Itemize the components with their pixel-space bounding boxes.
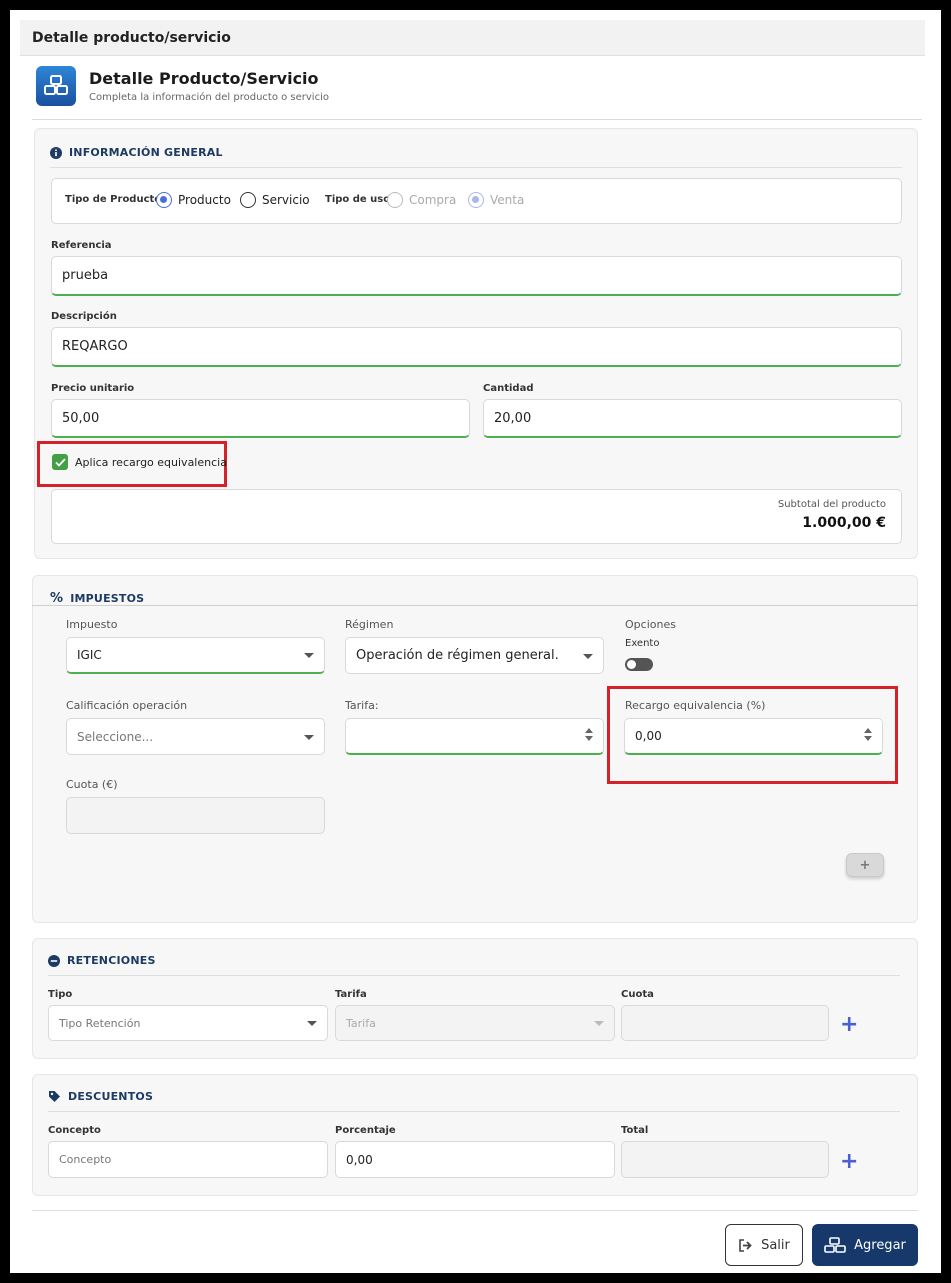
stepper-icon[interactable]: [585, 728, 593, 741]
chevron-down-icon: [307, 1021, 317, 1026]
radio-compra[interactable]: Compra: [387, 192, 456, 208]
info-icon: [50, 146, 62, 159]
highlight-box: [607, 686, 898, 784]
add-retencion-button[interactable]: +: [840, 1014, 858, 1036]
cuota-input: [66, 797, 325, 834]
ret-tarifa-select: Tarifa: [335, 1005, 615, 1041]
tarifa-input[interactable]: [345, 718, 604, 755]
dialog: Detalle producto/servicio Detalle Produc…: [9, 9, 942, 1274]
descuentos-section-title: DESCUENTOS: [48, 1090, 153, 1103]
calificacion-label: Calificación operación: [66, 699, 188, 712]
boxes-icon: [824, 1236, 846, 1253]
retenciones-section-title: RETENCIONES: [48, 954, 156, 967]
descripcion-label: Descripción: [51, 311, 117, 322]
tipo-uso-label: Tipo de uso: [325, 194, 391, 205]
boxes-icon: [36, 66, 76, 106]
desc-porcentaje-input[interactable]: 0,00: [335, 1141, 615, 1178]
radio-venta[interactable]: Venta: [468, 192, 524, 208]
impuesto-select[interactable]: IGIC: [66, 637, 325, 674]
screenshot-frame: Detalle producto/servicio Detalle Produc…: [6, 6, 945, 1277]
minus-circle-icon: [48, 954, 60, 967]
impuesto-label: Impuesto: [66, 618, 118, 631]
tarifa-label: Tarifa:: [345, 699, 379, 712]
check-icon: [52, 454, 68, 470]
recargo-checkbox[interactable]: Aplica recargo equivalencia: [52, 454, 227, 470]
desc-concepto-label: Concepto: [48, 1125, 101, 1136]
regimen-select[interactable]: Operación de régimen general.: [345, 637, 604, 674]
add-descuento-button[interactable]: +: [840, 1151, 858, 1173]
salir-button[interactable]: Salir: [725, 1224, 803, 1266]
desc-total-label: Total: [621, 1125, 649, 1136]
chevron-down-icon: [304, 734, 314, 740]
radio-producto[interactable]: Producto: [156, 192, 231, 208]
referencia-input[interactable]: prueba: [51, 256, 902, 296]
desc-total-input: [621, 1141, 829, 1178]
regimen-label: Régimen: [345, 618, 394, 631]
agregar-button[interactable]: Agregar: [812, 1224, 918, 1266]
divider: [48, 975, 900, 976]
dialog-header: Detalle Producto/Servicio Completa la in…: [32, 58, 922, 120]
page-subtitle: Completa la información del producto o s…: [89, 92, 329, 103]
calificacion-select[interactable]: Seleccione...: [66, 718, 325, 755]
divider: [32, 605, 918, 606]
ret-cuota-label: Cuota: [621, 989, 654, 1000]
tag-icon: [49, 1091, 60, 1102]
cuota-label: Cuota (€): [66, 778, 118, 791]
divider: [48, 1111, 900, 1112]
radio-dot: [387, 192, 403, 208]
radio-dot: [156, 192, 172, 208]
ret-cuota-input: [621, 1005, 829, 1041]
cantidad-input[interactable]: 20,00: [483, 399, 902, 438]
desc-concepto-input[interactable]: Concepto: [48, 1141, 328, 1178]
descripcion-input[interactable]: REQARGO: [51, 327, 902, 367]
footer-divider: [32, 1210, 918, 1211]
referencia-label: Referencia: [51, 240, 112, 251]
divider: [50, 167, 902, 168]
toggle-knob: [627, 660, 636, 669]
chevron-down-icon: [594, 1021, 604, 1026]
radio-servicio[interactable]: Servicio: [240, 192, 310, 208]
chevron-down-icon: [304, 653, 314, 658]
precio-label: Precio unitario: [51, 383, 135, 394]
opciones-label: Opciones: [625, 618, 676, 631]
subtotal-label: Subtotal del producto: [777, 499, 886, 510]
window-title: Detalle producto/servicio: [20, 20, 925, 56]
ret-tipo-label: Tipo: [48, 989, 73, 1000]
sign-out-icon: [739, 1238, 752, 1252]
chevron-down-icon: [583, 653, 593, 659]
tipo-producto-label: Tipo de Producto: [65, 194, 162, 205]
exento-toggle[interactable]: [625, 658, 653, 671]
radio-dot: [468, 192, 484, 208]
desc-porcentaje-label: Porcentaje: [335, 1125, 396, 1136]
page-title: Detalle Producto/Servicio: [89, 69, 319, 88]
subtotal-box: [51, 489, 902, 544]
subtotal-value: 1.000,00 €: [802, 515, 886, 531]
precio-input[interactable]: 50,00: [51, 399, 470, 438]
add-impuesto-button[interactable]: +: [846, 853, 884, 877]
general-section-title: INFORMACIÓN GENERAL: [50, 146, 223, 159]
percent-icon: %: [50, 591, 64, 606]
impuestos-section-title: % IMPUESTOS: [50, 591, 145, 606]
cantidad-label: Cantidad: [483, 383, 534, 394]
ret-tarifa-label: Tarifa: [335, 989, 367, 1000]
ret-tipo-select[interactable]: Tipo Retención: [48, 1005, 328, 1041]
exento-label: Exento: [625, 638, 660, 649]
radio-dot: [240, 192, 256, 208]
